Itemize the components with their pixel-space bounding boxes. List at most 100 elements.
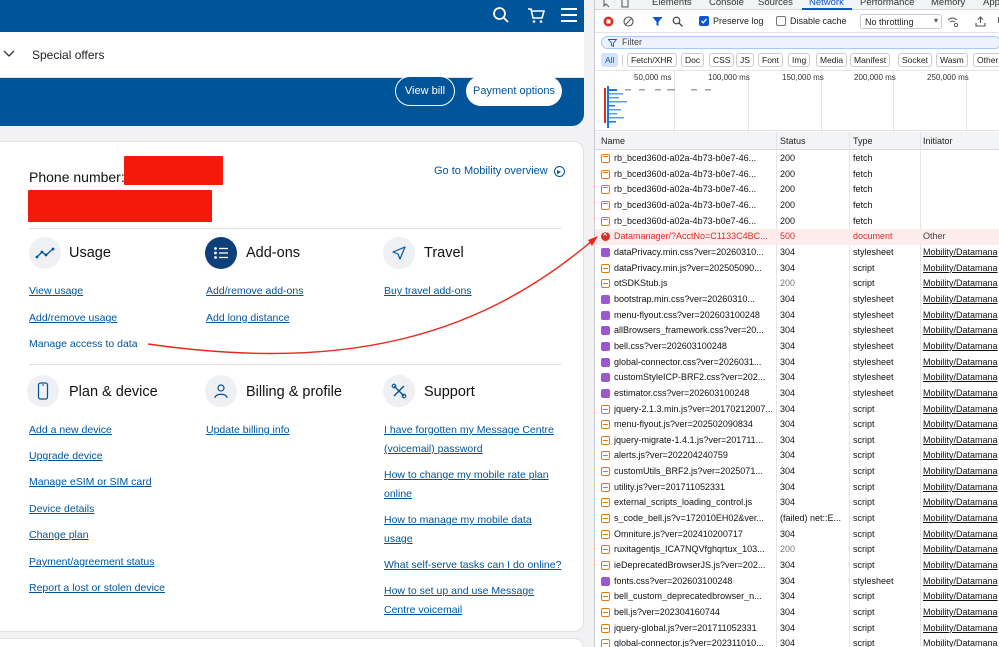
add-long-distance-link[interactable]: Add long distance bbox=[206, 309, 289, 328]
request-initiator[interactable]: Mobility/Datamana bbox=[923, 623, 999, 633]
network-request-row[interactable]: bootstrap.min.css?ver=20260310... 304 styl… bbox=[595, 292, 999, 308]
view-usage-link[interactable]: View usage bbox=[29, 282, 83, 301]
filter-img[interactable]: Img bbox=[788, 53, 811, 67]
change-plan-link[interactable]: Change plan bbox=[29, 526, 89, 545]
network-request-row[interactable]: global-connector.css?ver=2026031... 304 st… bbox=[595, 355, 999, 371]
network-request-row[interactable]: menu-flyout.js?ver=202502090834 304 script… bbox=[595, 417, 999, 433]
request-initiator[interactable]: Mobility/Datamana bbox=[923, 419, 999, 429]
filter-doc[interactable]: Doc bbox=[681, 53, 705, 67]
update-billing-info-link[interactable]: Update billing info bbox=[206, 421, 289, 440]
device-details-link[interactable]: Device details bbox=[29, 500, 94, 519]
filter-fetch-xhr[interactable]: Fetch/XHR bbox=[627, 53, 677, 67]
record-stop-icon[interactable] bbox=[603, 16, 614, 27]
network-request-row[interactable]: bell_custom_deprecatedbrowser_n... 304 scr… bbox=[595, 589, 999, 605]
tab-application[interactable]: App bbox=[983, 0, 999, 8]
request-initiator[interactable]: Mobility/Datamana bbox=[923, 638, 999, 647]
request-initiator[interactable]: Mobility/Datamana bbox=[923, 372, 999, 382]
request-initiator[interactable]: Mobility/Datamana bbox=[923, 325, 999, 335]
network-request-row[interactable]: fonts.css?ver=202603100248 304 stylesheet M… bbox=[595, 574, 999, 590]
network-request-row[interactable]: estimator.css?ver=202603100248 304 stylesh… bbox=[595, 386, 999, 402]
request-initiator[interactable]: Other bbox=[923, 231, 999, 241]
tab-memory[interactable]: Memory bbox=[931, 0, 965, 8]
tab-network[interactable]: Network bbox=[809, 0, 844, 8]
filter-input[interactable]: Filter bbox=[601, 36, 999, 49]
mobility-link-label[interactable]: Go to Mobility overview bbox=[434, 165, 548, 177]
buy-travel-add-ons-link[interactable]: Buy travel add-ons bbox=[384, 282, 472, 301]
device-toolbar-icon[interactable] bbox=[621, 0, 631, 8]
request-initiator[interactable]: Mobility/Datamana bbox=[923, 247, 999, 257]
request-initiator[interactable]: Mobility/Datamana bbox=[923, 513, 999, 523]
report-lost-stolen-device-link[interactable]: Report a lost or stolen device bbox=[29, 579, 165, 598]
request-initiator[interactable]: Mobility/Datamana bbox=[923, 497, 999, 507]
disable-cache-checkbox[interactable] bbox=[776, 16, 786, 26]
manage-access-to-data-link[interactable]: Manage access to data bbox=[29, 335, 138, 354]
filter-js[interactable]: JS bbox=[736, 53, 754, 67]
add-remove-usage-link[interactable]: Add/remove usage bbox=[29, 309, 117, 328]
request-initiator[interactable]: Mobility/Datamana bbox=[923, 607, 999, 617]
network-request-row[interactable]: Datamanager/?AcctNo=C1133C4BC... 500 docum… bbox=[595, 229, 999, 245]
request-initiator[interactable]: Mobility/Datamana bbox=[923, 544, 999, 554]
network-request-row[interactable]: rb_bced360d-a02a-4b73-b0e7-46... 200 fetch bbox=[595, 167, 999, 183]
export-download-icon[interactable] bbox=[993, 16, 999, 27]
message-voicemail-link[interactable]: How to set up and use Message bbox=[384, 582, 534, 601]
search-icon[interactable] bbox=[672, 16, 683, 27]
forgotten-message-centre-link[interactable]: I have forgotten my Message Centre bbox=[384, 421, 554, 440]
view-bill-button[interactable]: View bill bbox=[395, 76, 455, 106]
change-rate-plan-link-cont[interactable]: online bbox=[384, 485, 412, 504]
network-request-row[interactable]: dataPrivacy.min.css?ver=20260310... 304 st… bbox=[595, 245, 999, 261]
network-request-row[interactable]: utility.js?ver=201711052331 304 script Mobi… bbox=[595, 480, 999, 496]
filter-css[interactable]: CSS bbox=[709, 53, 735, 67]
network-request-row[interactable]: bell.js?ver=202304160744 304 script Mobilit… bbox=[595, 605, 999, 621]
self-serve-tasks-link[interactable]: What self-serve tasks can I do online? bbox=[384, 556, 561, 575]
throttling-select[interactable]: No throttling bbox=[860, 14, 942, 29]
special-offers-link[interactable]: Special offers bbox=[32, 48, 105, 62]
add-remove-add-ons-link[interactable]: Add/remove add-ons bbox=[206, 282, 303, 301]
request-initiator[interactable]: Mobility/Datamana bbox=[923, 357, 999, 367]
forgotten-message-centre-link-cont[interactable]: (voicemail) password bbox=[384, 440, 483, 459]
network-request-row[interactable]: rb_bced360d-a02a-4b73-b0e7-46... 200 fetch bbox=[595, 151, 999, 167]
manage-mobile-data-link-cont[interactable]: usage bbox=[384, 530, 413, 549]
menu-hamburger-icon[interactable] bbox=[558, 4, 580, 26]
network-request-row[interactable]: s_code_bell.js?v=172010EH02&ver... (faile… bbox=[595, 511, 999, 527]
import-upload-icon[interactable] bbox=[975, 16, 986, 27]
manage-esim-link[interactable]: Manage eSIM or SIM card bbox=[29, 473, 152, 492]
filter-other[interactable]: Other bbox=[973, 53, 999, 67]
cart-icon[interactable] bbox=[525, 4, 547, 26]
network-request-row[interactable]: otSDKStub.js 200 script Mobility/Datamana bbox=[595, 276, 999, 292]
network-request-row[interactable]: jquery-migrate-1.4.1.js?ver=201711... 304… bbox=[595, 433, 999, 449]
filter-font[interactable]: Font bbox=[758, 53, 784, 67]
request-initiator[interactable]: Mobility/Datamana bbox=[923, 404, 999, 414]
preserve-log-checkbox[interactable] bbox=[699, 16, 709, 26]
network-conditions-icon[interactable] bbox=[947, 16, 958, 27]
request-initiator[interactable]: Mobility/Datamana bbox=[923, 482, 999, 492]
add-new-device-link[interactable]: Add a new device bbox=[29, 421, 112, 440]
network-timeline-overview[interactable]: 50,000 ms 100,000 ms 150,000 ms 200,000 … bbox=[595, 70, 999, 132]
tab-console[interactable]: Console bbox=[709, 0, 744, 8]
column-name[interactable]: Name bbox=[601, 136, 625, 146]
upgrade-device-link[interactable]: Upgrade device bbox=[29, 447, 103, 466]
message-voicemail-link-cont[interactable]: Centre voicemail bbox=[384, 601, 462, 620]
network-request-row[interactable]: rb_bced360d-a02a-4b73-b0e7-46... 200 fetch bbox=[595, 198, 999, 214]
request-initiator[interactable]: Mobility/Datamana bbox=[923, 450, 999, 460]
tab-elements[interactable]: Elements bbox=[652, 0, 692, 8]
payment-agreement-status-link[interactable]: Payment/agreement status bbox=[29, 553, 154, 572]
clear-icon[interactable] bbox=[623, 16, 634, 27]
network-request-row[interactable]: external_scripts_loading_control.js 304 sc… bbox=[595, 495, 999, 511]
search-icon[interactable] bbox=[490, 4, 512, 26]
chevron-down-icon[interactable] bbox=[2, 46, 16, 60]
network-request-row[interactable]: jquery-2.1.3.min.js?ver=20170212007... 30… bbox=[595, 402, 999, 418]
network-request-row[interactable]: rb_bced360d-a02a-4b73-b0e7-46... 200 fetch bbox=[595, 182, 999, 198]
request-initiator[interactable]: Mobility/Datamana bbox=[923, 591, 999, 601]
network-request-row[interactable]: bell.css?ver=202603100248 304 stylesheet Mo… bbox=[595, 339, 999, 355]
filter-all[interactable]: All bbox=[601, 53, 619, 67]
network-request-row[interactable]: dataPrivacy.min.js?ver=202505090... 304 sc… bbox=[595, 261, 999, 277]
request-initiator[interactable]: Mobility/Datamana bbox=[923, 560, 999, 570]
manage-mobile-data-link[interactable]: How to manage my mobile data bbox=[384, 511, 532, 530]
change-rate-plan-link[interactable]: How to change my mobile rate plan bbox=[384, 466, 549, 485]
network-request-row[interactable]: Omniture.js?ver=202410200717 304 script Mob… bbox=[595, 527, 999, 543]
network-request-row[interactable]: alerts.js?ver=202204240759 304 script Mobil… bbox=[595, 448, 999, 464]
network-request-row[interactable]: rb_bced360d-a02a-4b73-b0e7-46... 200 fetch bbox=[595, 214, 999, 230]
request-initiator[interactable]: Mobility/Datamana bbox=[923, 576, 999, 586]
filter-funnel-icon[interactable] bbox=[652, 16, 663, 27]
network-request-row[interactable]: ieDeprecatedBrowserJS.js?ver=202... 304 sc… bbox=[595, 558, 999, 574]
